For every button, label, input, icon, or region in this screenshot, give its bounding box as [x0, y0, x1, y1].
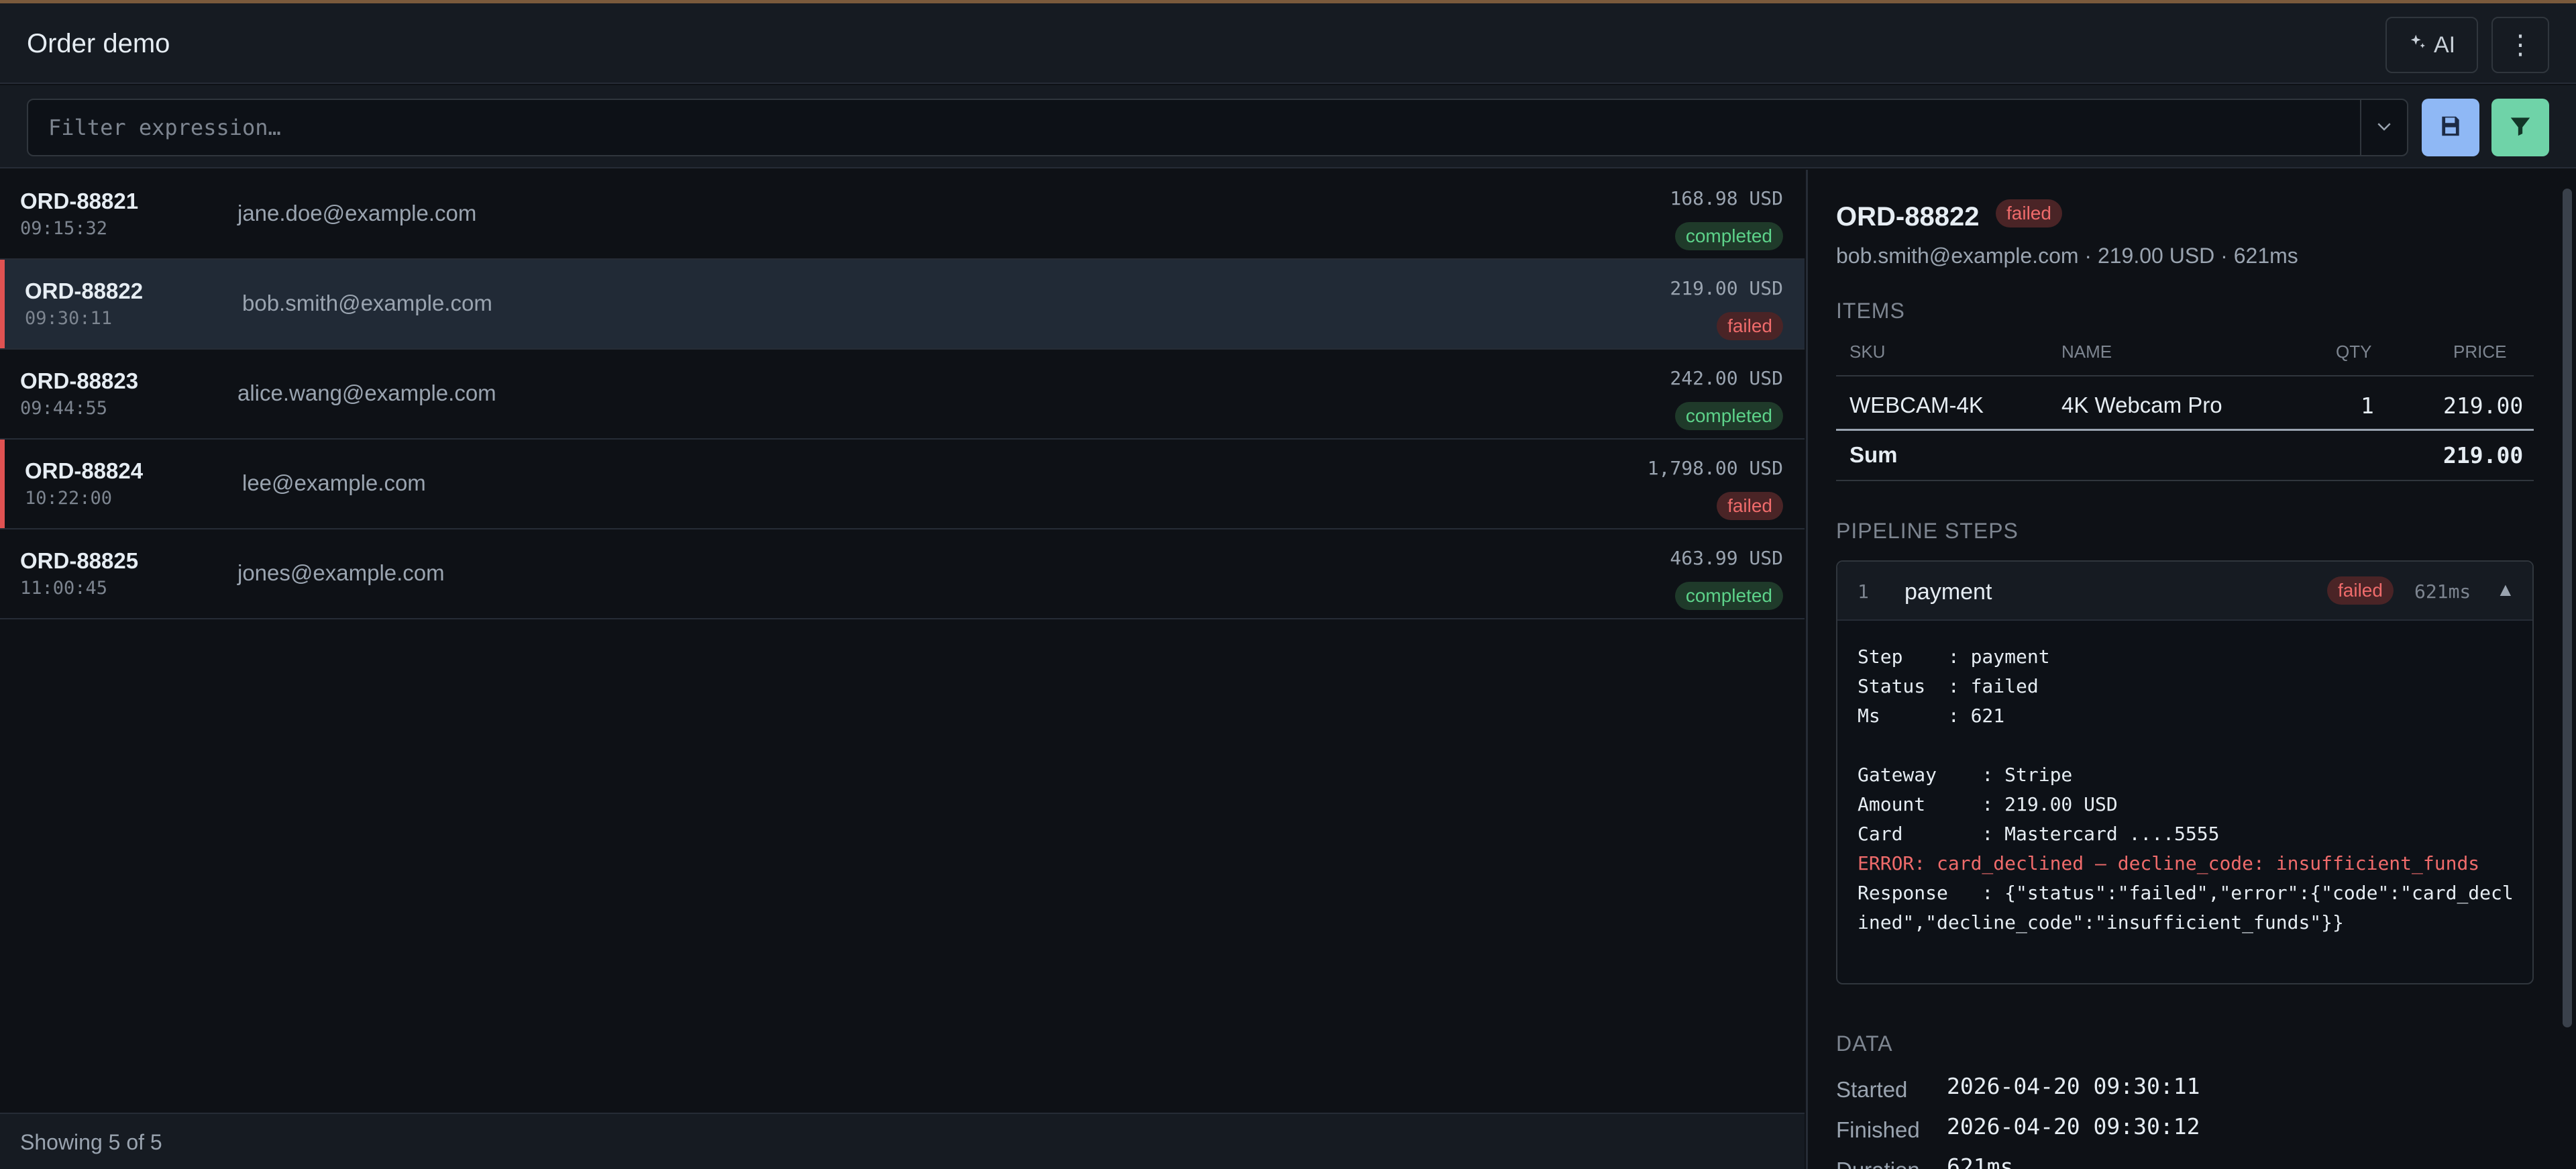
detail-order-id: ORD-88822	[1836, 202, 1980, 232]
data-key: Finished	[1836, 1117, 1920, 1142]
status-badge: completed	[1674, 402, 1783, 430]
column-header-price: PRICE	[2453, 342, 2507, 362]
funnel-icon	[2508, 113, 2533, 142]
log-line: Gateway : Stripe	[1858, 764, 2073, 786]
order-id: ORD-88823	[20, 368, 139, 393]
sum-value: 219.00	[2443, 442, 2524, 468]
order-detail-panel: ORD-88822 failed bob.smith@example.com ·…	[1808, 170, 2576, 1169]
detail-subtitle: bob.smith@example.com · 219.00 USD · 621…	[1836, 244, 2298, 268]
status-badge: failed	[1717, 492, 1783, 520]
save-filter-button[interactable]	[2422, 99, 2479, 156]
status-badge: completed	[1674, 222, 1783, 250]
pipeline-step-card: 1 payment failed 621ms ▲ Step : payment S…	[1836, 560, 2534, 984]
order-time: 11:00:45	[20, 578, 108, 599]
order-email: lee@example.com	[242, 470, 426, 495]
log-line: Step : payment	[1858, 646, 2050, 668]
order-id: ORD-88825	[20, 548, 139, 573]
ai-button[interactable]: AI	[2385, 17, 2478, 73]
log-line: Amount : 219.00 USD	[1858, 793, 2118, 815]
log-line: Ms : 621	[1858, 705, 2005, 727]
order-list: ORD-88821 09:15:32 jane.doe@example.com …	[0, 170, 1805, 1113]
detail-scrollbar[interactable]	[2563, 189, 2572, 1027]
app-header: Order demo AI ⋮	[0, 3, 2576, 84]
order-time: 09:15:32	[20, 218, 108, 239]
order-amount: 1,798.00 USD	[1647, 457, 1783, 479]
list-footer: Showing 5 of 5	[0, 1113, 1805, 1169]
filter-bar	[0, 85, 2576, 168]
order-amount: 463.99 USD	[1670, 547, 1783, 569]
log-line: Card : Mastercard ....5555	[1858, 823, 2220, 845]
order-time: 09:44:55	[20, 398, 108, 419]
order-id: ORD-88824	[25, 458, 144, 483]
order-time: 09:30:11	[25, 308, 113, 329]
apply-filter-button[interactable]	[2491, 99, 2549, 156]
data-key: Started	[1836, 1077, 1908, 1102]
order-row[interactable]: ORD-88824 10:22:00 lee@example.com 1,798…	[0, 440, 1805, 529]
order-row-selected[interactable]: ORD-88822 09:30:11 bob.smith@example.com…	[0, 260, 1805, 350]
data-key: Duration	[1836, 1158, 1920, 1169]
order-email: jones@example.com	[237, 560, 445, 585]
order-id: ORD-88822	[25, 278, 144, 303]
log-line: Response : {"status":"failed","error":{"…	[1858, 882, 2514, 933]
item-name: 4K Webcam Pro	[2061, 393, 2222, 417]
ai-button-label: AI	[2433, 32, 2456, 58]
app-title: Order demo	[27, 29, 170, 58]
sparkle-icon	[2408, 32, 2428, 58]
step-status-badge: failed	[2327, 576, 2394, 605]
item-price: 219.00	[2443, 393, 2524, 419]
step-number: 1	[1858, 580, 1869, 603]
order-row[interactable]: ORD-88821 09:15:32 jane.doe@example.com …	[0, 170, 1805, 260]
step-duration: 621ms	[2414, 580, 2471, 603]
row-status-bar	[0, 440, 5, 528]
order-amount: 242.00 USD	[1670, 367, 1783, 389]
order-email: bob.smith@example.com	[242, 291, 492, 315]
filter-history-dropdown[interactable]	[2360, 100, 2407, 155]
item-qty: 1	[2361, 393, 2374, 419]
detail-status-badge: failed	[1996, 199, 2062, 227]
more-vertical-icon: ⋮	[2507, 30, 2534, 60]
table-header-divider	[1836, 375, 2534, 376]
order-time: 10:22:00	[25, 488, 113, 509]
order-email: alice.wang@example.com	[237, 380, 496, 405]
status-badge: completed	[1674, 582, 1783, 610]
pipeline-steps-heading: PIPELINE STEPS	[1836, 519, 2019, 543]
order-amount: 168.98 USD	[1670, 187, 1783, 209]
collapse-caret-icon[interactable]: ▲	[2496, 579, 2515, 601]
save-icon	[2438, 113, 2463, 142]
order-amount: 219.00 USD	[1670, 277, 1783, 299]
pipeline-step-header[interactable]: 1 payment failed 621ms ▲	[1837, 562, 2532, 621]
log-line-blank	[1858, 731, 2515, 760]
results-count: Showing 5 of 5	[20, 1130, 162, 1154]
table-bottom-divider	[1836, 480, 2534, 481]
column-header-sku: SKU	[1849, 342, 1886, 362]
more-options-button[interactable]: ⋮	[2491, 17, 2549, 73]
row-status-bar	[0, 260, 5, 348]
order-row[interactable]: ORD-88823 09:44:55 alice.wang@example.co…	[0, 350, 1805, 440]
status-badge: failed	[1717, 312, 1783, 340]
order-id: ORD-88821	[20, 189, 139, 213]
column-header-name: NAME	[2061, 342, 2112, 362]
chevron-down-icon	[2374, 116, 2394, 140]
data-value: 2026-04-20 09:30:11	[1947, 1073, 2200, 1099]
log-error-line: ERROR: card_declined — decline_code: ins…	[1858, 852, 2480, 874]
data-heading: DATA	[1836, 1031, 1893, 1056]
data-value: 621ms	[1947, 1154, 2014, 1169]
order-row[interactable]: ORD-88825 11:00:45 jones@example.com 463…	[0, 529, 1805, 619]
sum-label: Sum	[1849, 442, 1898, 467]
items-heading: ITEMS	[1836, 299, 1905, 323]
column-header-qty: QTY	[2336, 342, 2372, 362]
filter-expression-input[interactable]	[48, 100, 2329, 155]
step-log: Step : payment Status : failed Ms : 621 Gat…	[1858, 642, 2515, 937]
log-line: Status : failed	[1858, 675, 2039, 697]
table-sum-divider	[1836, 429, 2534, 431]
item-sku: WEBCAM-4K	[1849, 393, 1984, 417]
step-name: payment	[1904, 579, 1992, 605]
filter-box	[27, 99, 2408, 156]
order-email: jane.doe@example.com	[237, 201, 477, 225]
data-value: 2026-04-20 09:30:12	[1947, 1113, 2200, 1139]
